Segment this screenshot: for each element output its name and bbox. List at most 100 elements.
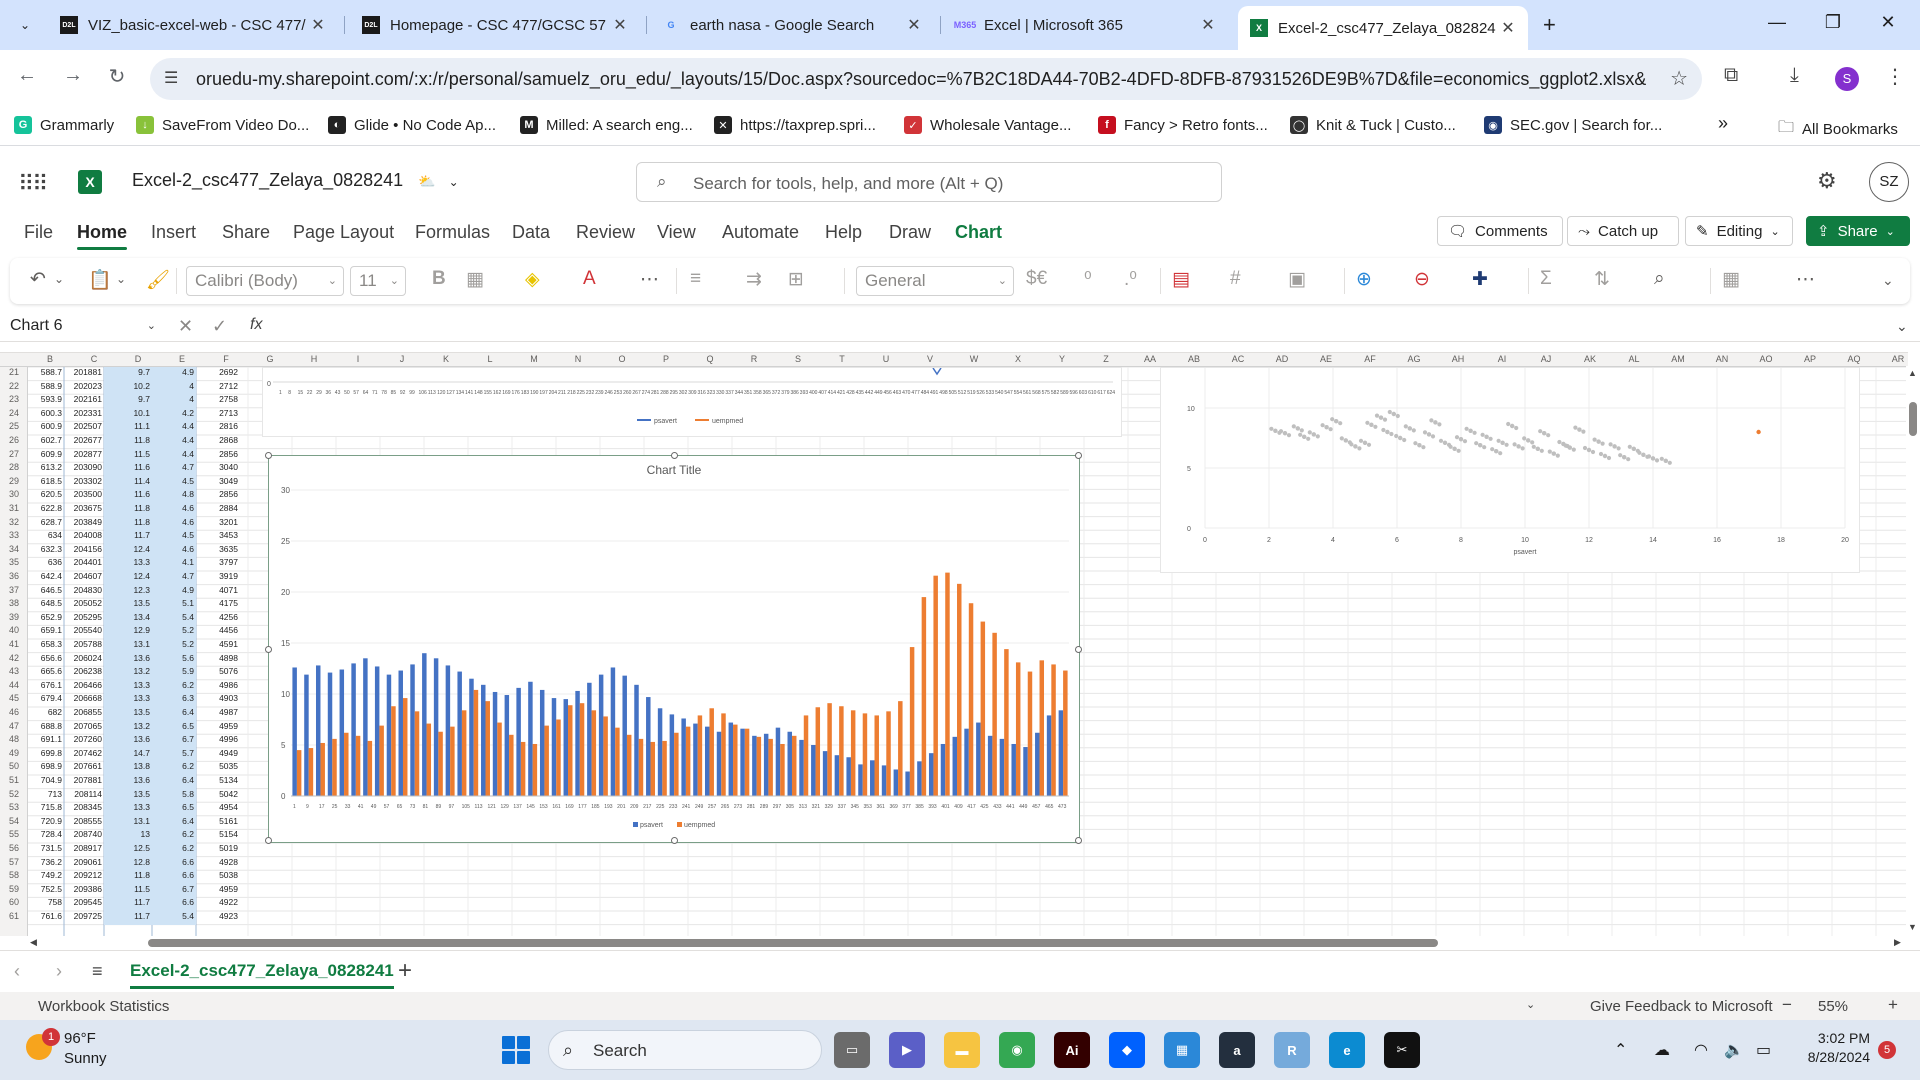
grid-cell[interactable]: 5042 (196, 789, 240, 803)
row-header[interactable]: 51 (0, 775, 28, 785)
browser-tab[interactable]: X Excel-2_csc477_Zelaya_0828241 ✕ (1238, 6, 1528, 50)
grid-cell[interactable]: 12.3 (104, 584, 152, 599)
grid-cell[interactable]: 207661 (64, 761, 104, 775)
horizontal-scrollbar[interactable]: ◀ ▶ (28, 936, 1908, 950)
column-header[interactable]: L (468, 354, 512, 364)
resize-handle[interactable] (265, 837, 272, 844)
grid-cell[interactable]: 3049 (196, 476, 240, 490)
wrap-text-icon[interactable]: ⇉ (746, 268, 762, 291)
grid-cell[interactable]: 4.2 (152, 407, 196, 422)
grid-cell[interactable]: 2692 (196, 367, 240, 381)
grid-cell[interactable]: 749.2 (28, 870, 64, 884)
scatter-chart[interactable]: 0 5 10 0 2 4 6 8 10 12 14 16 18 20 psavert (1160, 367, 1860, 573)
column-header[interactable]: AN (1700, 354, 1744, 364)
editing-mode-button[interactable]: ✎ Editing ⌄ (1685, 216, 1793, 246)
bookmark-item[interactable]: f Fancy > Retro fonts... (1098, 116, 1268, 134)
row-header[interactable]: 31 (0, 503, 28, 513)
grid-cell[interactable]: 4987 (196, 707, 240, 721)
fill-color-icon[interactable]: ◈ (525, 268, 540, 291)
grid-cell[interactable]: 632.3 (28, 544, 64, 558)
row-header[interactable]: 36 (0, 571, 28, 581)
grid-cell[interactable]: 11.4 (104, 475, 152, 490)
undo-icon[interactable]: ↶ (30, 268, 46, 291)
grid-cell[interactable]: 5.2 (152, 639, 196, 653)
grid-cell[interactable]: 731.5 (28, 843, 64, 857)
grid-cell[interactable]: 6.2 (152, 843, 196, 857)
grid-cell[interactable]: 4 (152, 380, 196, 395)
delete-cells-icon[interactable]: ⊖ (1414, 268, 1430, 291)
row-header[interactable]: 47 (0, 721, 28, 731)
ribbon-tab-data[interactable]: Data (512, 222, 550, 243)
enter-icon[interactable]: ✓ (212, 316, 227, 337)
scroll-up-icon[interactable]: ▲ (1908, 368, 1917, 378)
grid-cell[interactable]: 5.9 (152, 666, 196, 680)
grid-cell[interactable]: 704.9 (28, 775, 64, 789)
grid-cell[interactable]: 11.5 (104, 883, 152, 898)
row-header[interactable]: 32 (0, 517, 28, 527)
column-header[interactable]: S (776, 354, 820, 364)
column-header[interactable]: AJ (1524, 354, 1568, 364)
grid-cell[interactable]: 4.5 (152, 475, 196, 490)
grid-cell[interactable]: 13.6 (104, 652, 152, 667)
grid-cell[interactable]: 206238 (64, 666, 104, 680)
grid-cell[interactable]: 6.7 (152, 883, 196, 898)
grid-cell[interactable]: 11.6 (104, 462, 152, 476)
grid-cell[interactable]: 4949 (196, 748, 240, 762)
tab-search-button[interactable]: ⌄ (10, 10, 40, 40)
grid-cell[interactable]: 4959 (196, 884, 240, 898)
grid-cell[interactable]: 2713 (196, 408, 240, 422)
column-header[interactable]: AQ (1832, 354, 1876, 364)
grid-cell[interactable]: 10.2 (104, 380, 152, 395)
back-button[interactable]: ← (14, 64, 40, 87)
forward-button[interactable]: → (60, 64, 86, 87)
grid-cell[interactable]: 13 (104, 829, 152, 843)
row-header[interactable]: 28 (0, 462, 28, 472)
column-header[interactable]: AP (1788, 354, 1832, 364)
grid-cell[interactable]: 202507 (64, 421, 104, 435)
grid-cell[interactable]: 688.8 (28, 721, 64, 735)
grid-cell[interactable]: 5076 (196, 666, 240, 680)
grid-cell[interactable]: 618.5 (28, 476, 64, 490)
grid-cell[interactable]: 588.9 (28, 381, 64, 395)
row-header[interactable]: 38 (0, 598, 28, 608)
ribbon-tab-draw[interactable]: Draw (889, 222, 931, 243)
grid-cell[interactable]: 204401 (64, 557, 104, 571)
merge-cells-icon[interactable]: ⊞ (788, 268, 804, 291)
ribbon-tab-chart[interactable]: Chart (955, 222, 1002, 243)
grid-cell[interactable]: 207065 (64, 721, 104, 735)
grid-cell[interactable]: 6.3 (152, 693, 196, 707)
grid-cell[interactable]: 204607 (64, 571, 104, 585)
grid-cell[interactable]: 11.6 (104, 489, 152, 503)
resize-handle[interactable] (265, 452, 272, 459)
paste-icon[interactable]: 📋 (88, 268, 112, 292)
grid-cell[interactable]: 203675 (64, 503, 104, 517)
row-header[interactable]: 21 (0, 367, 28, 377)
grid-cell[interactable]: 5161 (196, 816, 240, 830)
grid-cell[interactable]: 4986 (196, 680, 240, 694)
currency-icon[interactable]: $€ (1026, 268, 1047, 290)
cancel-icon[interactable]: ✕ (178, 316, 193, 337)
battery-icon[interactable]: ▭ (1756, 1040, 1771, 1060)
browser-tab[interactable]: D2L Homepage - CSC 477/GCSC 57 ✕ (350, 8, 640, 42)
all-bookmarks-button[interactable]: 🗀 All Bookmarks (1778, 116, 1898, 143)
insert-cells-icon[interactable]: ⊕ (1356, 268, 1372, 291)
bookmark-item[interactable]: ✕ https://taxprep.spri... (714, 116, 876, 134)
grid-cell[interactable]: 205540 (64, 625, 104, 639)
find-icon[interactable]: ⌕ (1654, 268, 1665, 290)
grid-cell[interactable]: 600.9 (28, 421, 64, 435)
grid-cell[interactable]: 202161 (64, 394, 104, 408)
url-text[interactable]: oruedu-my.sharepoint.com/:x:/r/personal/… (196, 69, 1646, 90)
legend-label[interactable]: psavert (654, 418, 677, 425)
row-header[interactable]: 27 (0, 449, 28, 459)
bookmark-item[interactable]: G Grammarly (14, 116, 114, 134)
zoom-out-button[interactable]: − (1782, 995, 1792, 1015)
grid-cell[interactable]: 12.8 (104, 856, 152, 871)
grid-cell[interactable]: 5038 (196, 870, 240, 884)
profile-avatar[interactable]: S (1835, 67, 1859, 91)
column-header[interactable]: J (380, 354, 424, 364)
grid-cell[interactable]: 588.7 (28, 367, 64, 381)
column-header[interactable]: Q (688, 354, 732, 364)
row-header[interactable]: 23 (0, 394, 28, 404)
add-ins-icon[interactable]: ▦ (1722, 268, 1740, 291)
edge-icon[interactable]: e (1329, 1032, 1365, 1068)
